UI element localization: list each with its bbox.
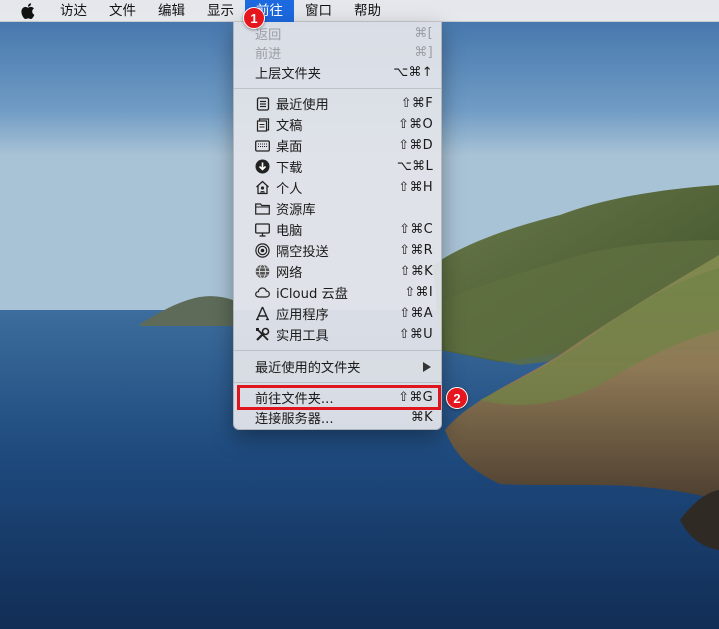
menu-item-label: 实用工具 (276, 329, 329, 344)
menu-item-applications[interactable]: 应用程序 ⇧⌘A (234, 303, 441, 324)
menu-help[interactable]: 帮助 (343, 0, 392, 22)
go-menu-dropdown: 返回 ⌘[ 前进 ⌘] 上层文件夹 ⌥⌘↑ 最近使用 ⇧⌘F 文稿 ⇧⌘O 桌面… (233, 22, 442, 430)
desktop-icon (255, 138, 270, 153)
menu-item-shortcut: ⇧⌘K (399, 264, 433, 279)
menu-item-documents[interactable]: 文稿 ⇧⌘O (234, 114, 441, 135)
menu-item-forward[interactable]: 前进 ⌘] (234, 42, 441, 63)
menu-item-downloads[interactable]: 下载 ⌥⌘L (234, 156, 441, 177)
menu-separator (234, 350, 441, 351)
menu-item-shortcut: ⌘K (410, 410, 433, 425)
menu-item-shortcut: ⌘[ (414, 26, 433, 41)
utilities-icon (255, 327, 270, 342)
menu-item-shortcut: ⌘] (414, 45, 433, 60)
menu-item-label: 隔空投送 (276, 245, 329, 260)
menu-item-shortcut: ⇧⌘F (400, 96, 433, 111)
apple-menu-icon[interactable] (17, 0, 39, 22)
menu-item-utilities[interactable]: 实用工具 ⇧⌘U (234, 324, 441, 345)
menu-item-airdrop[interactable]: 隔空投送 ⇧⌘R (234, 240, 441, 261)
menu-view[interactable]: 显示 (196, 0, 245, 22)
menu-item-label: 桌面 (276, 140, 303, 155)
home-icon (255, 180, 270, 195)
menu-item-shortcut: ⇧⌘I (404, 285, 433, 300)
menu-item-connect-to-server[interactable]: 连接服务器... ⌘K (234, 407, 441, 428)
menu-bar: 访达 文件 编辑 显示 前往 窗口 帮助 (0, 0, 719, 22)
step-badge-2: 2 (446, 387, 468, 409)
menu-item-library[interactable]: 资源库 (234, 198, 441, 219)
menu-item-shortcut: ⇧⌘C (399, 222, 433, 237)
recents-icon (255, 96, 270, 111)
library-folder-icon (255, 201, 270, 216)
menu-item-desktop[interactable]: 桌面 ⇧⌘D (234, 135, 441, 156)
menu-item-shortcut: ⇧⌘R (399, 243, 433, 258)
menu-item-label: 网络 (276, 266, 303, 281)
menu-item-shortcut: ⇧⌘D (398, 138, 433, 153)
network-icon (255, 264, 270, 279)
documents-icon (255, 117, 270, 132)
menu-item-shortcut: ⌥⌘L (396, 159, 433, 174)
menu-item-shortcut: ⇧⌘A (399, 306, 433, 321)
menu-file[interactable]: 文件 (98, 0, 147, 22)
submenu-arrow-icon (423, 362, 431, 372)
menu-finder[interactable]: 访达 (49, 0, 98, 22)
menu-item-label: 资源库 (276, 203, 316, 218)
menu-item-computer[interactable]: 电脑 ⇧⌘C (234, 219, 441, 240)
icloud-icon (255, 285, 270, 300)
menu-item-enclosing-folder[interactable]: 上层文件夹 ⌥⌘↑ (234, 62, 441, 83)
menu-item-label: 个人 (276, 182, 303, 197)
airdrop-icon (255, 243, 270, 258)
menu-item-home[interactable]: 个人 ⇧⌘H (234, 177, 441, 198)
menu-separator (234, 88, 441, 89)
menu-item-recent-folders[interactable]: 最近使用的文件夹 (234, 356, 441, 377)
menu-edit[interactable]: 编辑 (147, 0, 196, 22)
menu-item-label: 下载 (276, 161, 303, 176)
menu-item-label: 前进 (255, 47, 282, 62)
menu-item-label: 连接服务器... (255, 412, 334, 427)
menu-item-icloud-drive[interactable]: iCloud 云盘 ⇧⌘I (234, 282, 441, 303)
menu-item-shortcut: ⇧⌘U (398, 327, 433, 342)
menu-item-label: 文稿 (276, 119, 303, 134)
menu-item-back[interactable]: 返回 ⌘[ (234, 23, 441, 44)
menu-item-label: 最近使用 (276, 98, 329, 113)
step-badge-1: 1 (243, 7, 265, 29)
menu-item-label: iCloud 云盘 (276, 287, 348, 302)
menu-item-label: 应用程序 (276, 308, 329, 323)
menu-item-shortcut: ⌥⌘↑ (393, 65, 433, 80)
applications-icon (255, 306, 270, 321)
highlight-box-go-to-folder (237, 385, 441, 410)
menu-item-recents[interactable]: 最近使用 ⇧⌘F (234, 93, 441, 114)
menu-item-label: 最近使用的文件夹 (255, 361, 361, 376)
menu-window[interactable]: 窗口 (294, 0, 343, 22)
menu-item-label: 电脑 (276, 224, 303, 239)
menu-separator (234, 382, 441, 383)
computer-icon (255, 222, 270, 237)
menu-item-shortcut: ⇧⌘H (398, 180, 433, 195)
menu-item-label: 上层文件夹 (255, 67, 321, 82)
menu-item-network[interactable]: 网络 ⇧⌘K (234, 261, 441, 282)
menu-item-shortcut: ⇧⌘O (397, 117, 433, 132)
downloads-icon (255, 159, 270, 174)
